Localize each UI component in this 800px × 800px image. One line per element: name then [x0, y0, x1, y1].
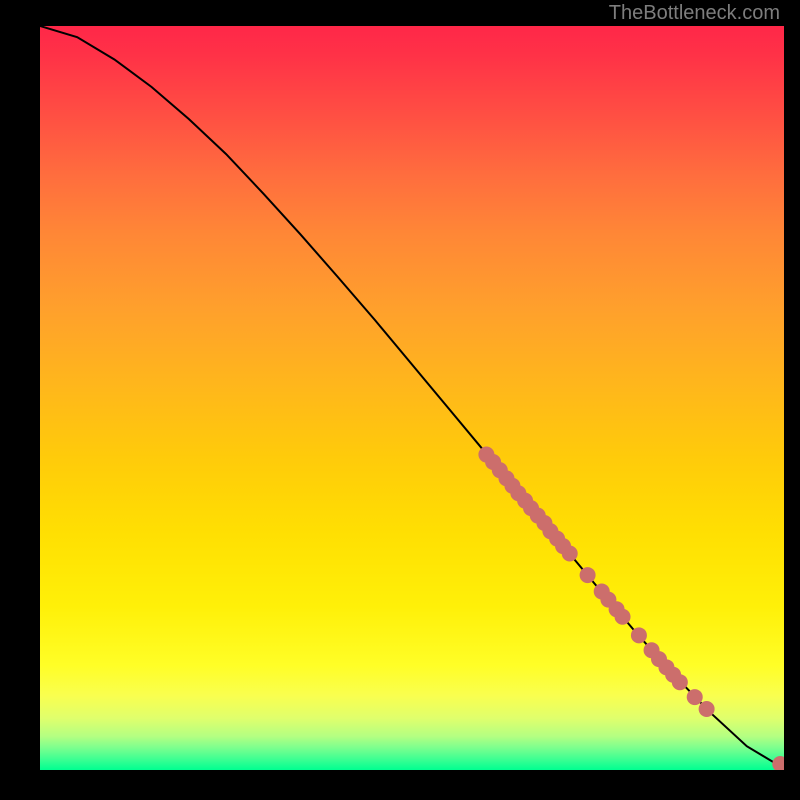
chart-curve	[40, 26, 784, 769]
chart-data-point	[631, 627, 647, 643]
attribution-text: TheBottleneck.com	[609, 2, 780, 25]
chart-data-point	[699, 701, 715, 717]
chart-data-point	[672, 674, 688, 690]
chart-points-group	[478, 447, 784, 770]
chart-svg	[40, 26, 784, 770]
chart-plot-area	[40, 26, 784, 770]
chart-data-point	[687, 689, 703, 705]
chart-data-point	[562, 545, 578, 561]
chart-data-point	[615, 609, 631, 625]
chart-data-point	[580, 567, 596, 583]
